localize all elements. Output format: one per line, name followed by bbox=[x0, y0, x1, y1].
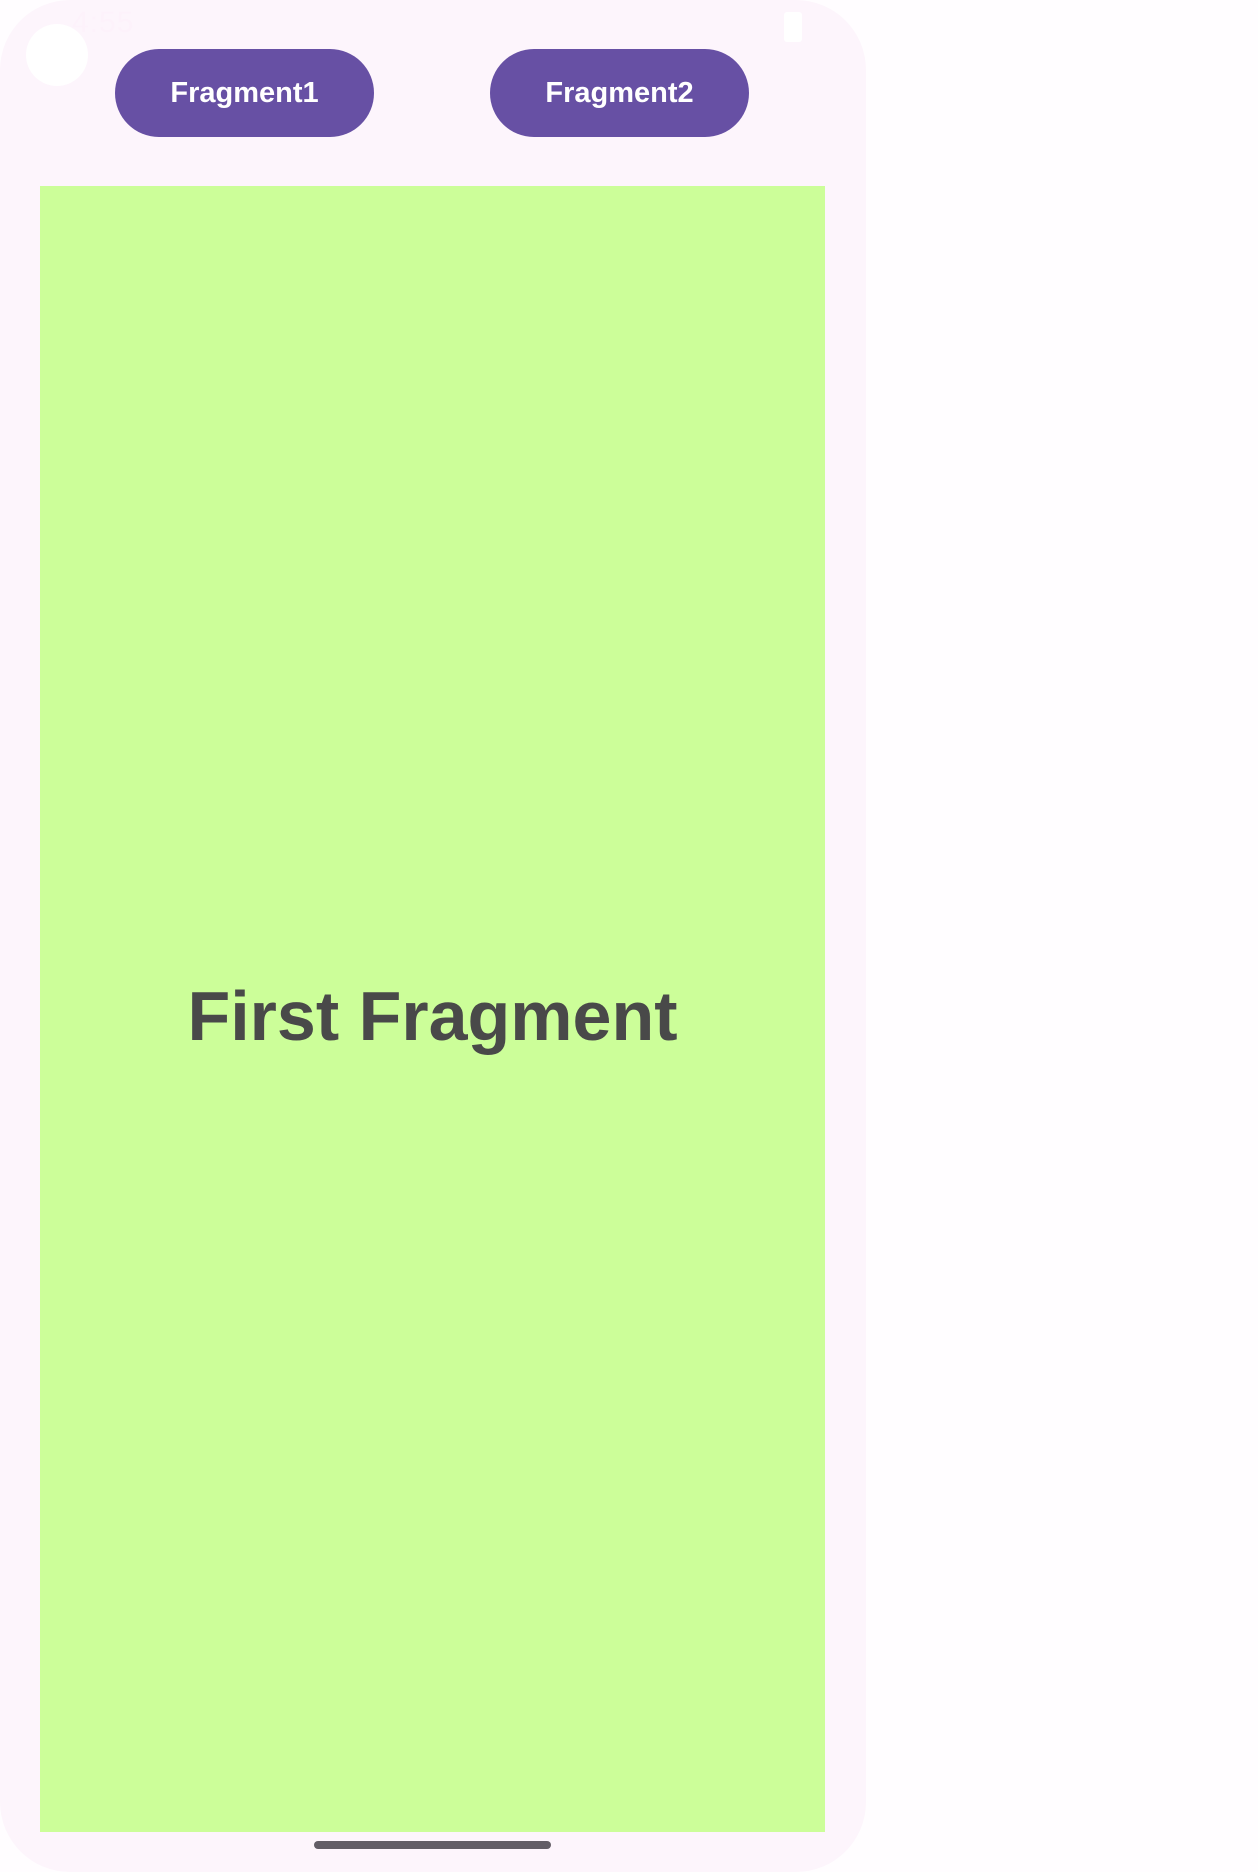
fragment-container: First Fragment bbox=[40, 186, 825, 1832]
battery-icon bbox=[784, 12, 802, 42]
phone-screen: 4:55 Fragment1 Fragment2 First Fragment bbox=[0, 0, 866, 1872]
fragment-title: First Fragment bbox=[187, 977, 678, 1055]
fragment2-button[interactable]: Fragment2 bbox=[490, 49, 749, 137]
fragment1-button[interactable]: Fragment1 bbox=[115, 49, 374, 137]
camera-cutout-icon bbox=[26, 24, 88, 86]
home-indicator[interactable] bbox=[314, 1841, 551, 1849]
